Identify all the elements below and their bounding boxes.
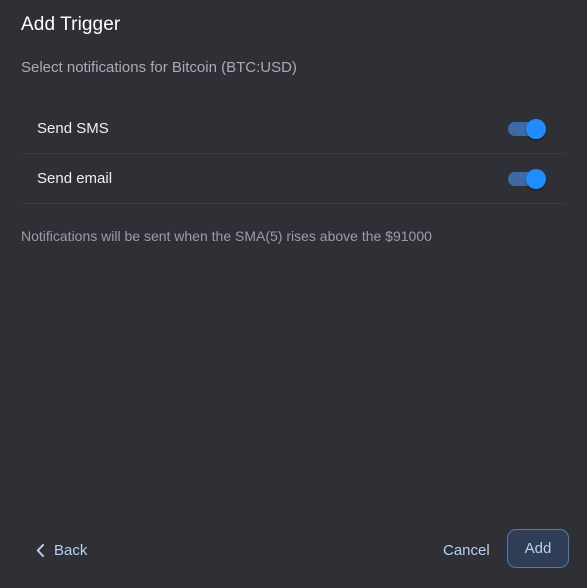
trigger-info-text: Notifications will be sent when the SMA(…	[21, 228, 432, 244]
cancel-button[interactable]: Cancel	[443, 538, 490, 562]
chevron-left-icon	[34, 543, 46, 557]
back-label: Back	[54, 541, 88, 559]
toggle-thumb	[526, 118, 546, 139]
send-sms-toggle[interactable]	[508, 117, 546, 141]
option-row-email: Send email	[21, 154, 566, 204]
dialog-title: Add Trigger	[21, 14, 121, 35]
dialog-subtitle: Select notifications for Bitcoin (BTC:US…	[21, 59, 297, 76]
send-email-toggle[interactable]	[508, 167, 546, 191]
toggle-thumb	[526, 168, 546, 189]
back-button[interactable]: Back	[34, 538, 87, 562]
option-label-sms: Send SMS	[37, 120, 109, 137]
option-label-email: Send email	[37, 170, 113, 187]
option-row-sms: Send SMS	[21, 104, 566, 154]
add-trigger-dialog: Add Trigger Select notifications for Bit…	[0, 0, 587, 588]
add-button[interactable]: Add	[507, 529, 569, 568]
notification-options: Send SMS Send email	[21, 104, 566, 204]
